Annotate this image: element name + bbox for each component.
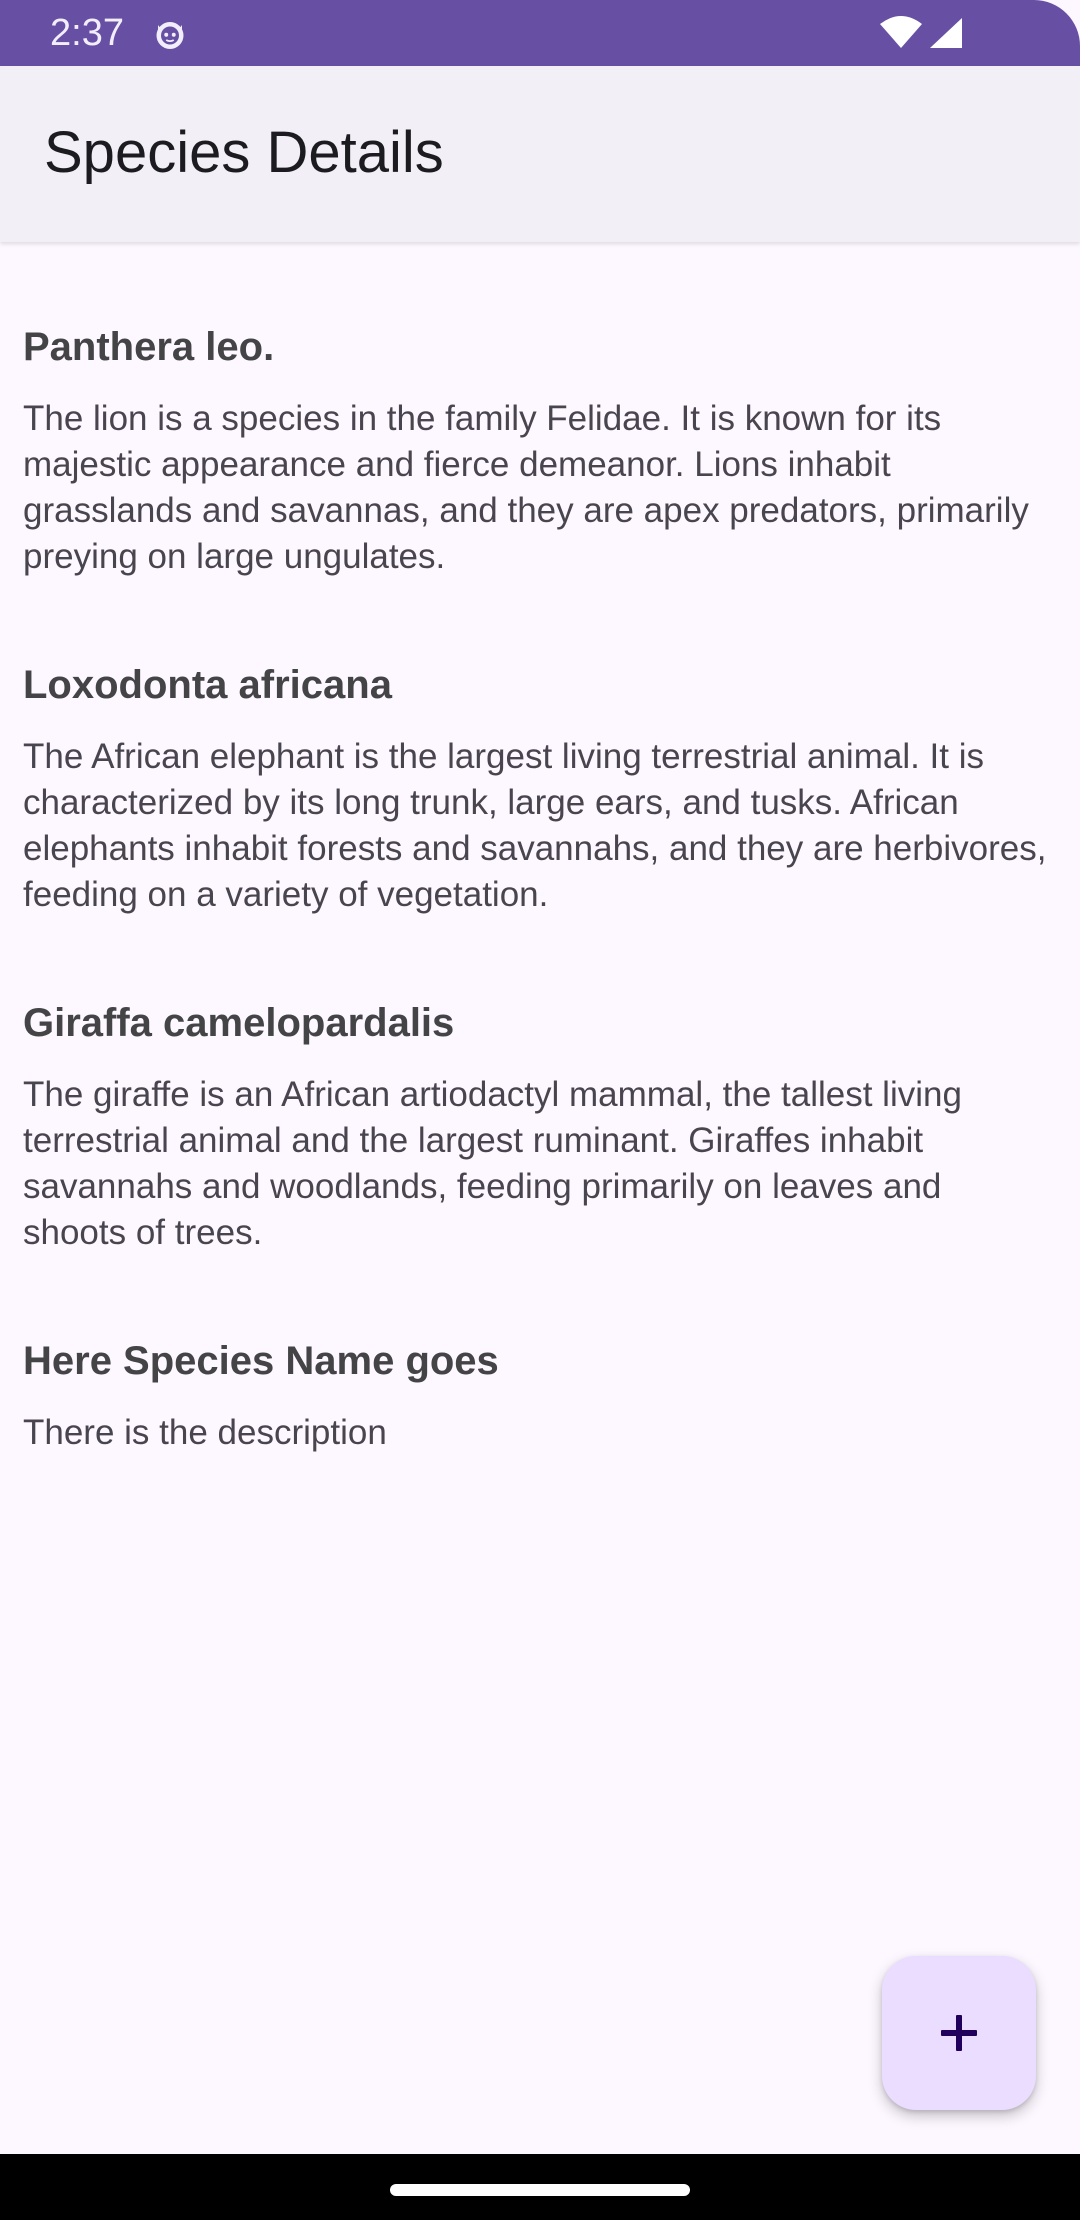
screen: 2:37 Species Details Panthera leo. The l…: [0, 0, 1080, 2220]
species-card[interactable]: Panthera leo. The lion is a species in t…: [23, 322, 1053, 580]
species-description: There is the description: [23, 1413, 387, 1452]
plus-icon: [941, 2015, 977, 2051]
cat-face-icon: [156, 22, 184, 49]
species-card[interactable]: Giraffa camelopardalis The giraffe is an…: [23, 998, 1053, 1256]
species-description: The African elephant is the largest livi…: [23, 737, 1047, 914]
species-card[interactable]: Loxodonta africana The African elephant …: [23, 660, 1053, 918]
wifi-icon: [880, 16, 922, 48]
species-name: Panthera leo.: [23, 325, 275, 369]
top-app-bar: Species Details: [0, 66, 1080, 242]
home-gesture-handle[interactable]: [390, 2184, 690, 2196]
species-name: Loxodonta africana: [23, 663, 392, 707]
species-name: Giraffa camelopardalis: [23, 1001, 455, 1045]
add-species-button[interactable]: [882, 1956, 1036, 2110]
navigation-bar: [0, 2154, 1080, 2220]
cell-signal-icon: [930, 18, 962, 48]
species-name: Here Species Name goes: [23, 1339, 499, 1383]
species-description: The giraffe is an African artiodactyl ma…: [23, 1075, 962, 1252]
species-card[interactable]: Here Species Name goes There is the desc…: [23, 1336, 1053, 1456]
page-title: Species Details: [44, 120, 444, 185]
status-time: 2:37: [50, 12, 124, 54]
status-bar: 2:37: [0, 0, 1080, 66]
species-description: The lion is a species in the family Feli…: [23, 399, 1029, 576]
